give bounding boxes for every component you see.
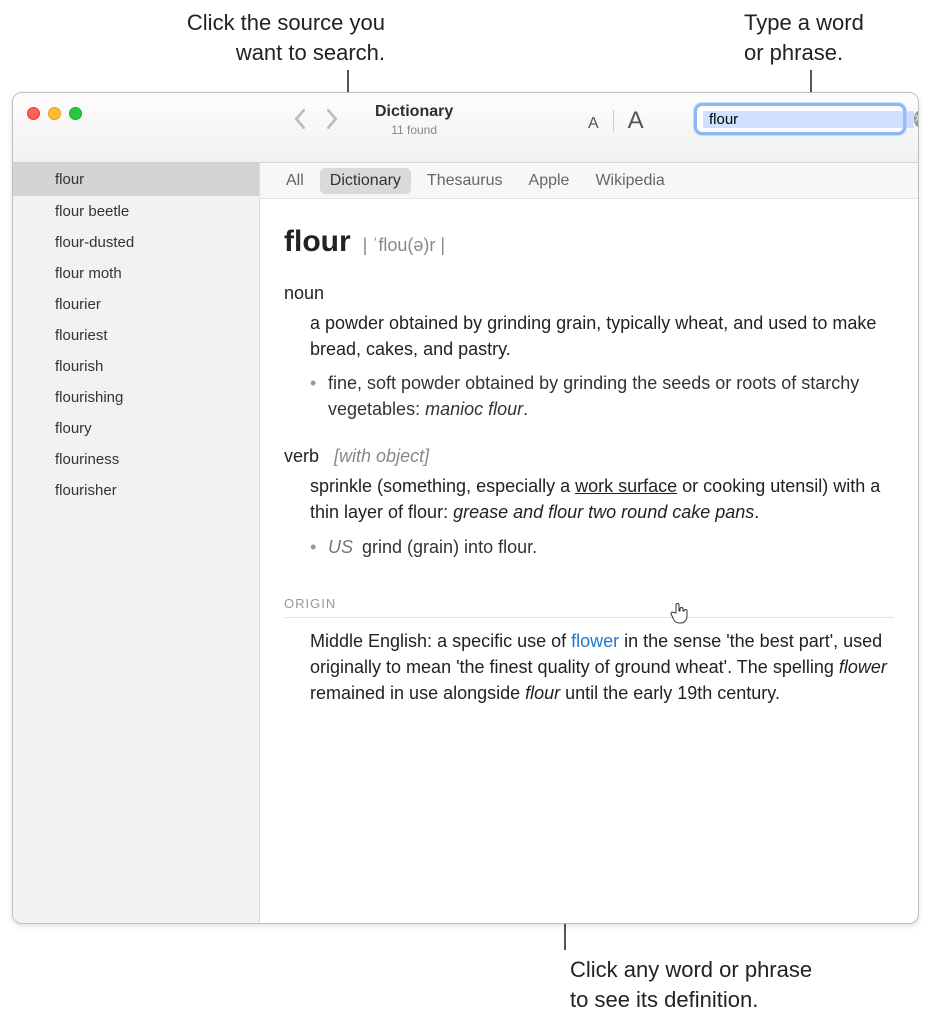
linked-phrase[interactable]: work surface (575, 476, 677, 496)
result-count: 11 found (375, 123, 453, 137)
def-text: sprinkle (something, especially a (310, 476, 575, 496)
sidebar-item[interactable]: flour (13, 163, 259, 196)
callout-word: Click any word or phraseto see its defin… (570, 955, 812, 1014)
font-smaller-button[interactable]: A (588, 115, 599, 133)
pronunciation: | ˈflou(ə)r | (363, 235, 445, 256)
subdefinition-verb[interactable]: US grind (grain) into flour. (310, 534, 894, 560)
definition-verb[interactable]: sprinkle (something, especially a work s… (284, 473, 894, 525)
origin-text: Middle English: a specific use of (310, 631, 571, 651)
sidebar-item[interactable]: floury (13, 413, 259, 444)
nav-arrows (293, 109, 339, 134)
example-text: grease and flour two round cake pans (453, 502, 754, 522)
headword: flour (284, 225, 351, 259)
tab-apple[interactable]: Apple (519, 168, 580, 194)
sidebar-item[interactable]: flour beetle (13, 196, 259, 227)
sidebar-item[interactable]: flouriest (13, 320, 259, 351)
origin-heading: ORIGIN (284, 596, 894, 618)
tab-all[interactable]: All (276, 168, 314, 194)
tab-dictionary[interactable]: Dictionary (320, 168, 411, 194)
divider (613, 110, 614, 132)
origin-italic: flower (839, 657, 887, 677)
pos-qualifier: [with object] (334, 446, 429, 466)
part-of-speech-verb: verb [with object] (284, 446, 894, 467)
back-button[interactable] (293, 109, 307, 134)
tab-wikipedia[interactable]: Wikipedia (585, 168, 674, 194)
sidebar-item[interactable]: flour-dusted (13, 227, 259, 258)
font-size-controls: A A (588, 107, 644, 135)
origin-link[interactable]: flower (571, 631, 619, 651)
origin-text: remained in use alongside (310, 683, 525, 703)
subdef-text: fine, soft powder obtained by grinding t… (328, 373, 859, 419)
font-larger-button[interactable]: A (628, 107, 644, 135)
fullscreen-button[interactable] (69, 107, 82, 120)
part-of-speech-noun: noun (284, 283, 894, 304)
definition-content: flour | ˈflou(ə)r | noun a powder obtain… (260, 199, 918, 923)
origin-body[interactable]: Middle English: a specific use of flower… (284, 628, 894, 706)
source-tabs: AllDictionaryThesaurusAppleWikipedia (260, 163, 918, 199)
minimize-button[interactable] (48, 107, 61, 120)
title-block: Dictionary 11 found (375, 103, 453, 137)
sidebar-item[interactable]: flourishing (13, 382, 259, 413)
origin-text: until the early 19th century. (560, 683, 780, 703)
region-label: US (328, 537, 353, 557)
results-sidebar: flourflour beetleflour-dustedflour mothf… (13, 163, 260, 923)
subdef-text: grind (grain) into flour. (357, 537, 537, 557)
origin-italic: flour (525, 683, 560, 703)
close-button[interactable] (27, 107, 40, 120)
period: . (754, 502, 759, 522)
dictionary-window: Dictionary 11 found A A ✕ AllDictionaryT… (12, 92, 919, 924)
clear-search-button[interactable]: ✕ (914, 111, 919, 127)
window-controls (27, 107, 82, 120)
search-input[interactable] (703, 111, 914, 128)
sidebar-item[interactable]: flouriness (13, 444, 259, 475)
forward-button[interactable] (325, 109, 339, 134)
callout-source: Click the source youwant to search. (185, 8, 385, 67)
search-field-wrap: ✕ (694, 103, 906, 135)
sidebar-item[interactable]: flourier (13, 289, 259, 320)
example-text: manioc flour (425, 399, 523, 419)
subdefinition-noun[interactable]: fine, soft powder obtained by grinding t… (310, 370, 894, 422)
period: . (523, 399, 528, 419)
pos-label: verb (284, 446, 319, 466)
callout-search: Type a wordor phrase. (744, 8, 864, 67)
titlebar: Dictionary 11 found A A ✕ (13, 93, 918, 163)
window-title: Dictionary (375, 103, 453, 121)
sidebar-item[interactable]: flourisher (13, 475, 259, 506)
sidebar-item[interactable]: flourish (13, 351, 259, 382)
sidebar-item[interactable]: flour moth (13, 258, 259, 289)
tab-thesaurus[interactable]: Thesaurus (417, 168, 513, 194)
definition-noun[interactable]: a powder obtained by grinding grain, typ… (284, 310, 894, 362)
